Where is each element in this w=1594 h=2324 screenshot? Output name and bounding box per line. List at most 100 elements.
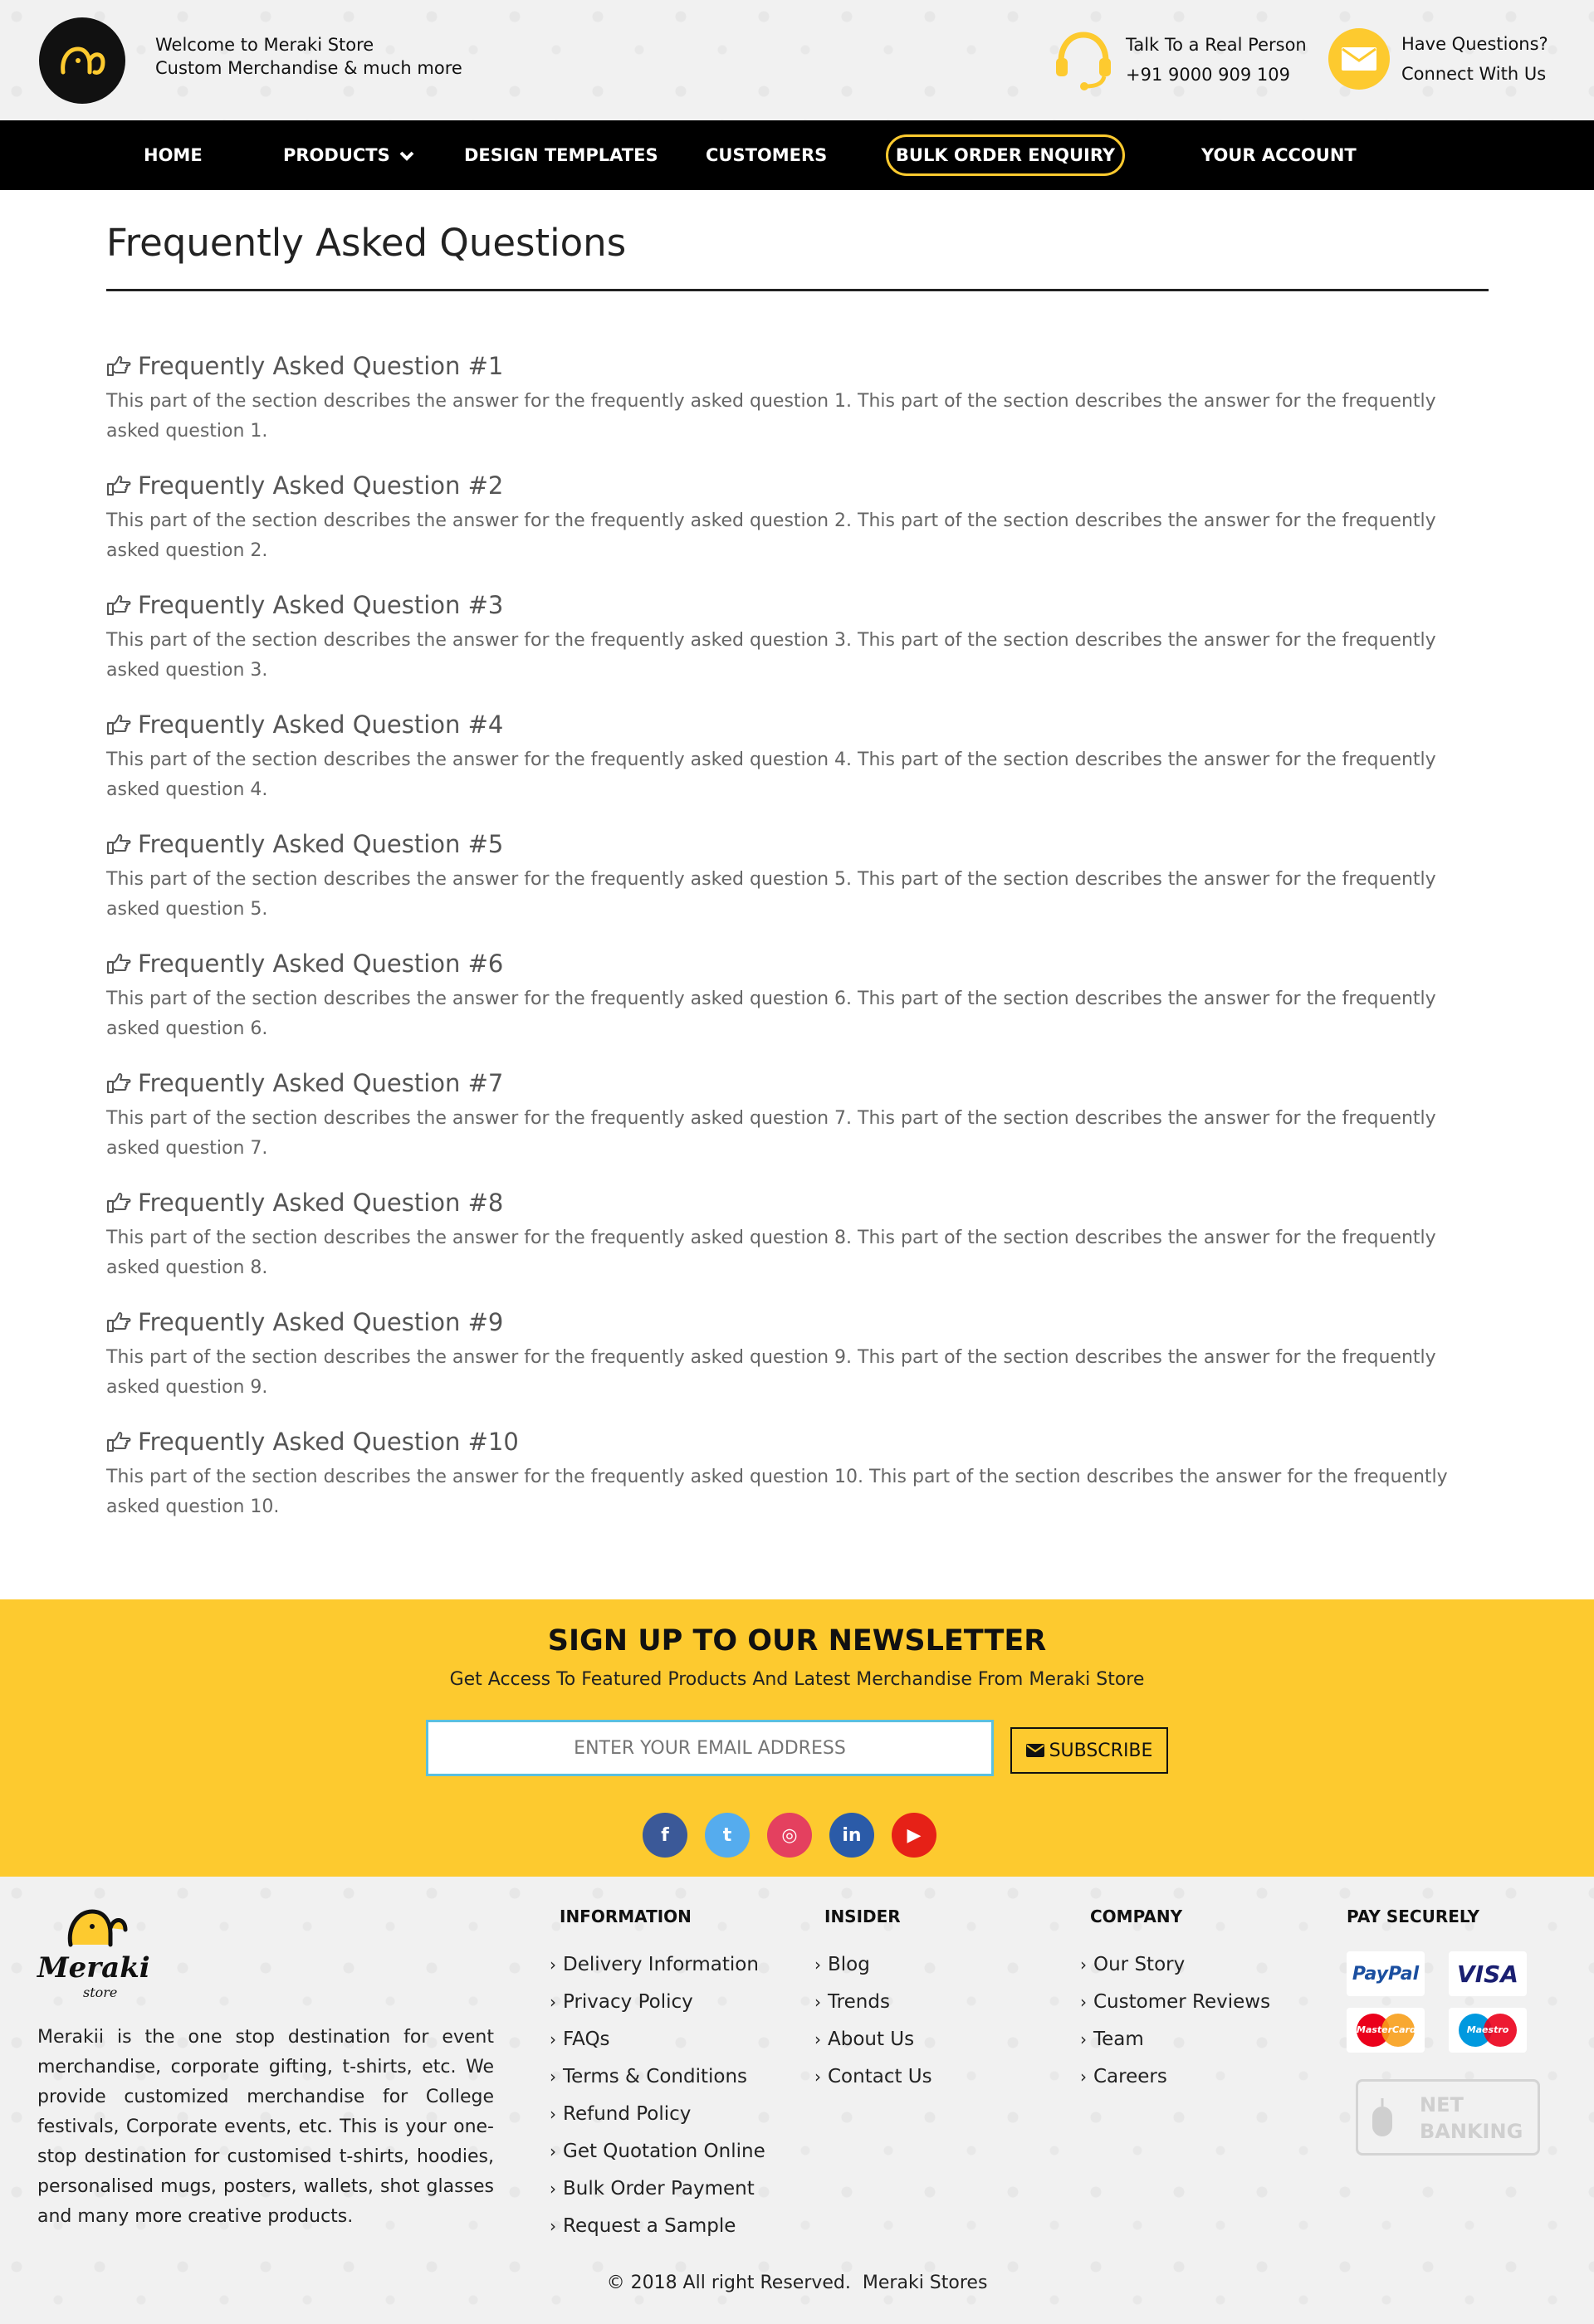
- twitter-icon[interactable]: t: [705, 1813, 750, 1858]
- footer-information: INFORMATION › Delivery Information › Privac…: [550, 1907, 765, 2245]
- hand-pointing-icon: [107, 954, 131, 974]
- instagram-icon-glyph: ◎: [781, 1824, 798, 1846]
- faq-answer: This part of the section describes the a…: [106, 1228, 1436, 1278]
- copyright-brand[interactable]: Meraki Stores: [863, 2273, 988, 2293]
- twitter-icon-glyph: t: [722, 1824, 732, 1846]
- phone-text: Talk To a Real Person +91 9000 909 109: [1126, 30, 1307, 90]
- phone-label: Talk To a Real Person: [1126, 35, 1307, 55]
- faq-question[interactable]: Frequently Asked Question #7: [106, 1066, 1489, 1101]
- phone-number[interactable]: +91 9000 909 109: [1126, 60, 1307, 90]
- faq-question-text: Frequently Asked Question #8: [138, 1189, 504, 1217]
- faq-item: Frequently Asked Question #2 This part of…: [106, 468, 1489, 588]
- title-divider: [106, 289, 1489, 291]
- faq-answer: This part of the section describes the a…: [106, 1467, 1448, 1517]
- footer-link[interactable]: › About Us: [814, 2021, 932, 2058]
- footer-link[interactable]: › Careers: [1080, 2058, 1270, 2096]
- facebook-icon-glyph: f: [661, 1824, 669, 1846]
- faq-item: Frequently Asked Question #6 This part of…: [106, 946, 1489, 1066]
- footer-information-heading: INFORMATION: [560, 1907, 692, 1926]
- mail-icon-wrap: [1328, 28, 1390, 90]
- footer-company-heading: COMPANY: [1090, 1907, 1183, 1926]
- envelope-icon: [1025, 1744, 1044, 1757]
- linkedin-icon-glyph: in: [842, 1824, 862, 1846]
- footer-link[interactable]: › Request a Sample: [550, 2208, 765, 2245]
- footer-link[interactable]: › Bulk Order Payment: [550, 2170, 765, 2208]
- page-title: Frequently Asked Questions: [106, 221, 627, 265]
- faq-question[interactable]: Frequently Asked Question #3: [106, 588, 1489, 622]
- footer-link-label: Team: [1093, 2029, 1144, 2050]
- linkedin-icon[interactable]: in: [829, 1813, 874, 1858]
- site-footer: Meraki store Merakii is the one stop des…: [0, 1877, 1594, 2324]
- footer-link[interactable]: › Customer Reviews: [1080, 1984, 1270, 2021]
- footer-link-label: Delivery Information: [563, 1954, 759, 1975]
- faq-question[interactable]: Frequently Asked Question #4: [106, 707, 1489, 742]
- faq-question[interactable]: Frequently Asked Question #5: [106, 827, 1489, 862]
- hand-pointing-icon: [107, 715, 131, 735]
- welcome-line-2: Custom Merchandise & much more: [155, 58, 462, 78]
- questions-sub[interactable]: Connect With Us: [1401, 59, 1548, 89]
- faq-question[interactable]: Frequently Asked Question #1: [106, 349, 1489, 383]
- faq-item: Frequently Asked Question #8 This part of…: [106, 1185, 1489, 1305]
- footer-logo[interactable]: Meraki store: [37, 1903, 162, 2003]
- nav-bulk-order-enquiry[interactable]: BULK ORDER ENQUIRY: [886, 134, 1125, 176]
- nav-customers[interactable]: CUSTOMERS: [706, 120, 827, 190]
- faq-item: Frequently Asked Question #9 This part of…: [106, 1305, 1489, 1424]
- footer-link[interactable]: › Contact Us: [814, 2058, 932, 2096]
- top-bar: Welcome to Meraki Store Custom Merchandi…: [0, 0, 1594, 120]
- footer-insider-heading: INSIDER: [824, 1907, 901, 1926]
- footer-pay: PAY SECURELY: [1347, 1907, 1479, 1946]
- footer-about: Merakii is the one stop destination for …: [37, 2027, 494, 2227]
- faq-question[interactable]: Frequently Asked Question #6: [106, 946, 1489, 981]
- store-logo[interactable]: [39, 17, 125, 104]
- questions-contact[interactable]: Have Questions? Connect With Us: [1328, 28, 1548, 90]
- footer-link[interactable]: › Our Story: [1080, 1946, 1270, 1984]
- chevron-right-icon: ›: [550, 2141, 556, 2161]
- footer-link[interactable]: › Get Quotation Online: [550, 2133, 765, 2170]
- footer-information-links: › Delivery Information › Privacy Policy › FAQ…: [550, 1946, 765, 2245]
- youtube-icon-glyph: ▶: [907, 1824, 922, 1846]
- headset-icon: [1056, 32, 1111, 90]
- subscribe-button[interactable]: SUBSCRIBE: [1010, 1727, 1168, 1774]
- maestro-badge: Maestro: [1449, 2008, 1527, 2053]
- footer-link[interactable]: › Terms & Conditions: [550, 2058, 765, 2096]
- footer-link[interactable]: › Delivery Information: [550, 1946, 765, 1984]
- footer-link-label: Bulk Order Payment: [563, 2178, 755, 2200]
- newsletter-subtitle: Get Access To Featured Products And Late…: [449, 1669, 1145, 1690]
- faq-answer: This part of the section describes the a…: [106, 749, 1436, 800]
- instagram-icon[interactable]: ◎: [767, 1813, 812, 1858]
- main-nav: HOME PRODUCTS DESIGN TEMPLATES CUSTOMERS…: [0, 120, 1594, 190]
- youtube-icon[interactable]: ▶: [892, 1813, 936, 1858]
- footer-link[interactable]: › Team: [1080, 2021, 1270, 2058]
- footer-link-label: Refund Policy: [563, 2103, 692, 2125]
- facebook-icon[interactable]: f: [643, 1813, 687, 1858]
- faq-question-text: Frequently Asked Question #1: [138, 352, 504, 380]
- faq-item: Frequently Asked Question #7 This part of…: [106, 1066, 1489, 1185]
- faq-answer: This part of the section describes the a…: [106, 869, 1436, 920]
- faq-question[interactable]: Frequently Asked Question #9: [106, 1305, 1489, 1340]
- copyright: © 2018 All right Reserved. Meraki Stores: [0, 2273, 1594, 2293]
- faq-question-text: Frequently Asked Question #4: [138, 710, 504, 739]
- nav-home[interactable]: HOME: [144, 120, 203, 190]
- footer-link[interactable]: › Refund Policy: [550, 2096, 765, 2133]
- newsletter-email-input[interactable]: [426, 1720, 994, 1776]
- footer-link[interactable]: › Trends: [814, 1984, 932, 2021]
- footer-link[interactable]: › Blog: [814, 1946, 932, 1984]
- footer-link-label: Our Story: [1093, 1954, 1186, 1975]
- nav-products[interactable]: PRODUCTS: [283, 120, 414, 190]
- faq-question[interactable]: Frequently Asked Question #8: [106, 1185, 1489, 1220]
- faq-question-text: Frequently Asked Question #2: [138, 471, 504, 500]
- footer-link[interactable]: › Privacy Policy: [550, 1984, 765, 2021]
- chevron-right-icon: ›: [550, 2029, 556, 2049]
- footer-link-label: Privacy Policy: [563, 1991, 693, 2013]
- faq-answer: This part of the section describes the a…: [106, 1347, 1436, 1398]
- faq-answer: This part of the section describes the a…: [106, 989, 1436, 1039]
- phone-contact[interactable]: Talk To a Real Person +91 9000 909 109: [1053, 28, 1307, 91]
- footer-link[interactable]: › FAQs: [550, 2021, 765, 2058]
- faq-question[interactable]: Frequently Asked Question #10: [106, 1424, 1489, 1459]
- nav-your-account[interactable]: YOUR ACCOUNT: [1201, 120, 1357, 190]
- faq-item: Frequently Asked Question #4 This part of…: [106, 707, 1489, 827]
- faq-question[interactable]: Frequently Asked Question #2: [106, 468, 1489, 503]
- nav-design-templates[interactable]: DESIGN TEMPLATES: [464, 120, 658, 190]
- chevron-right-icon: ›: [814, 2029, 821, 2049]
- hand-pointing-icon: [107, 1432, 131, 1452]
